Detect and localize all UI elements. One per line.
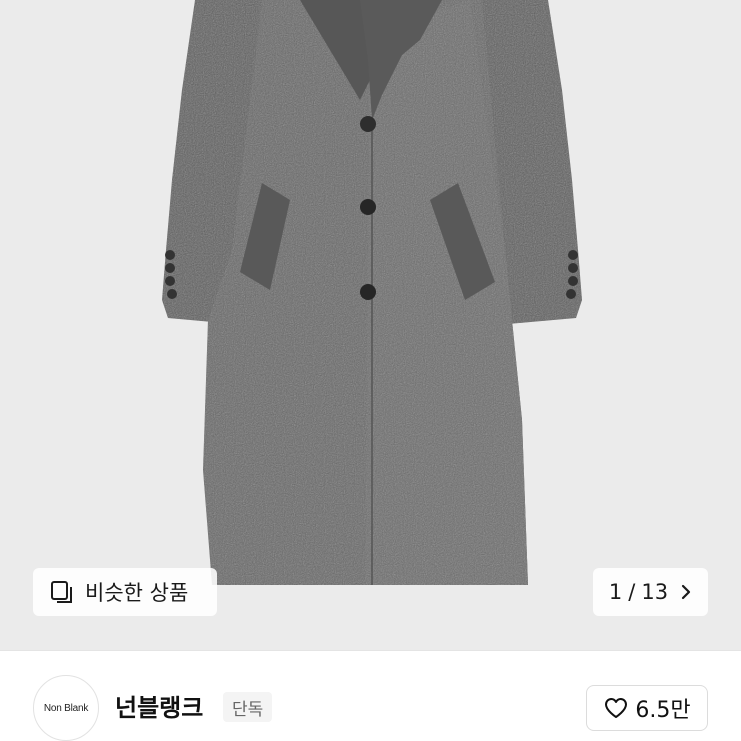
chevron-right-icon [680,583,692,601]
like-count: 6.5만 [635,698,691,723]
total-pages: 13 [641,580,669,604]
image-pager-button[interactable]: 1 / 13 [593,568,708,616]
product-image[interactable] [0,0,741,650]
brand-logo-text: Non Blank [43,702,89,714]
brand-logo[interactable]: Non Blank [33,675,99,741]
like-button[interactable]: 6.5만 [586,685,708,731]
coat-illustration [0,0,741,650]
similar-products-button[interactable]: 비슷한 상품 [33,568,217,616]
page-separator: / [628,580,636,604]
section-divider [0,650,741,651]
similar-products-label: 비슷한 상품 [85,581,189,605]
exclusive-badge: 단독 [223,692,273,722]
current-page: 1 [608,580,623,604]
heart-icon [603,696,629,720]
brand-name[interactable]: 넌블랭크 [115,688,203,723]
similar-products-icon [49,579,75,605]
